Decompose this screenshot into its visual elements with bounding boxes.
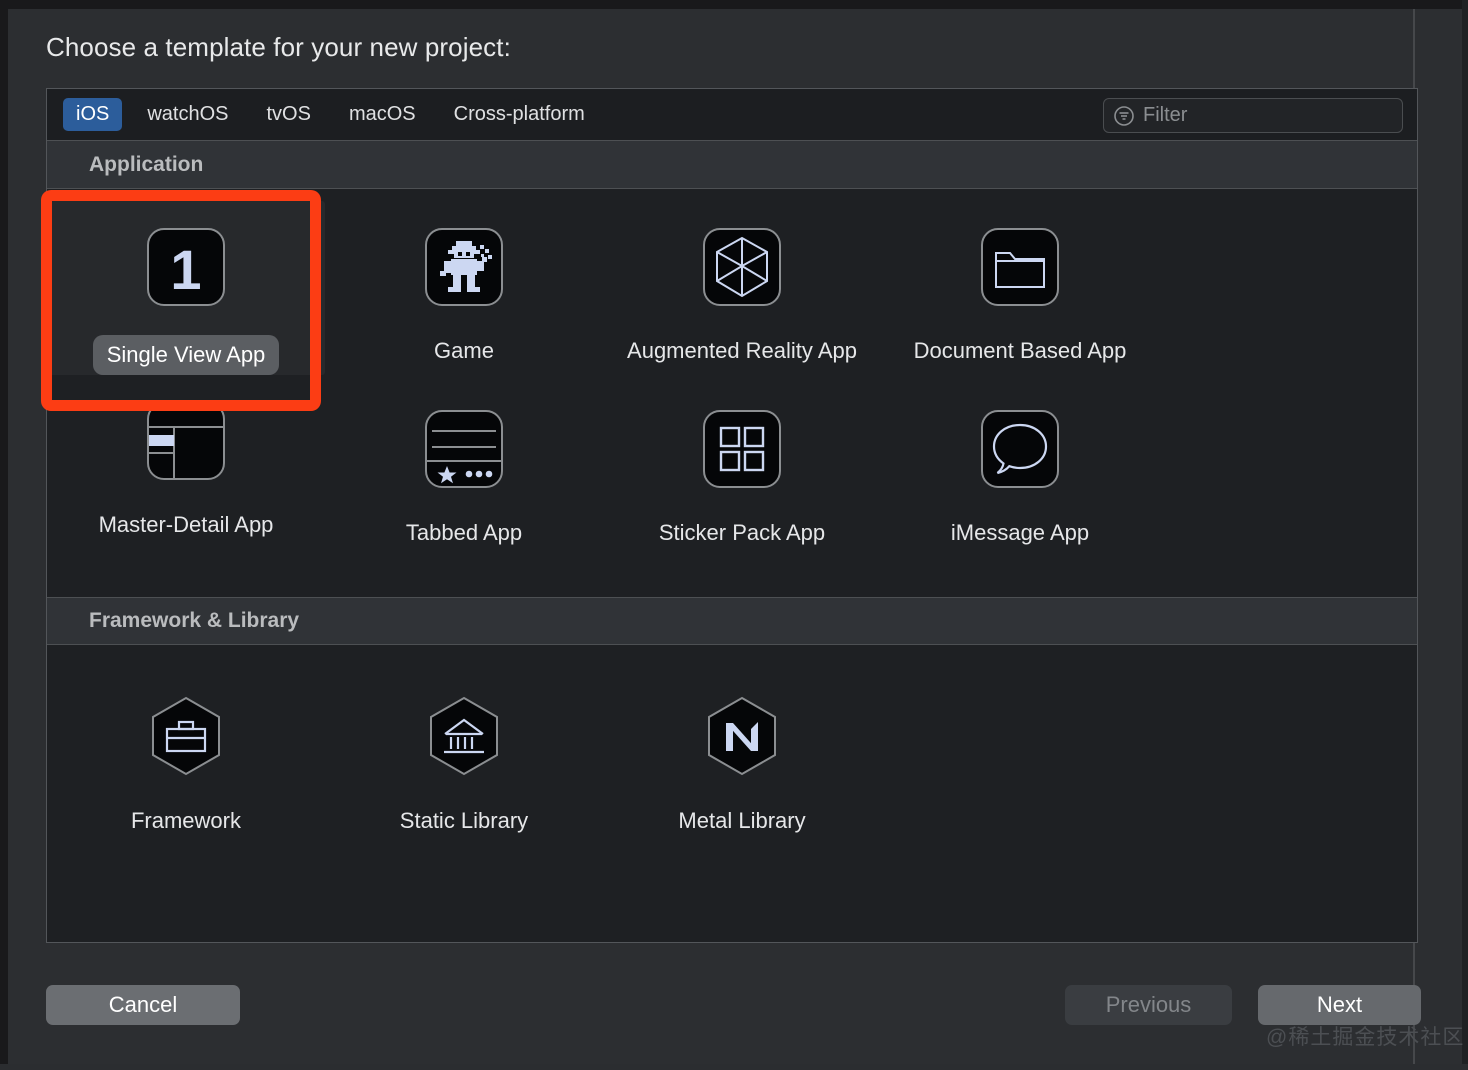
template-label-metal-library: Metal Library <box>678 807 806 833</box>
filter-field[interactable]: Filter <box>1103 98 1403 133</box>
previous-button[interactable]: Previous <box>1065 985 1232 1025</box>
grid-four-icon <box>694 401 790 497</box>
folder-icon <box>972 219 1068 315</box>
template-cell-metal-library[interactable]: Metal Library <box>603 671 881 839</box>
cancel-button[interactable]: Cancel <box>46 985 240 1025</box>
tab-tvos[interactable]: tvOS <box>254 98 324 131</box>
filter-placeholder: Filter <box>1143 104 1188 126</box>
tab-macos[interactable]: macOS <box>336 98 429 131</box>
template-label-single-view-app: Single View App <box>92 335 280 375</box>
filter-icon <box>1113 105 1135 127</box>
briefcase-hexagon-icon <box>138 689 234 785</box>
number-one-icon: 1 <box>138 219 234 315</box>
watermark: @稀土掘金技术社区 <box>1266 1026 1465 1049</box>
window-edge-bottom <box>0 1064 1468 1070</box>
template-cell-document-based-app[interactable]: Document Based App <box>881 201 1159 375</box>
new-project-template-dialog: Choose a template for your new project: … <box>0 0 1468 1070</box>
next-button[interactable]: Next <box>1258 985 1421 1025</box>
template-cell-augmented-reality-app[interactable]: Augmented Reality App <box>603 201 881 375</box>
speech-bubble-icon <box>972 401 1068 497</box>
template-cell-sticker-pack-app[interactable]: Sticker Pack App <box>603 375 881 549</box>
template-cell-static-library[interactable]: Static Library <box>325 671 603 839</box>
grid-spacer <box>47 839 325 859</box>
grid-spacer <box>325 549 603 575</box>
template-label-document-based-app: Document Based App <box>913 338 1127 363</box>
page-title: Choose a template for your new project: <box>46 32 511 62</box>
game-robot-icon <box>416 219 512 315</box>
bank-hexagon-icon <box>416 689 512 785</box>
window-edge-left <box>0 0 8 1070</box>
tab-watchos[interactable]: watchOS <box>134 98 241 131</box>
split-view-icon <box>138 393 234 489</box>
template-cell-master-detail-app[interactable]: Master-Detail App <box>47 375 325 549</box>
template-label-sticker-pack-app: Sticker Pack App <box>658 519 826 545</box>
section-title-application: Application <box>89 152 204 176</box>
template-cell-single-view-app[interactable]: 1 Single View App <box>47 201 325 375</box>
ar-cube-icon <box>694 219 790 315</box>
template-label-static-library: Static Library <box>399 807 529 833</box>
template-chooser-panel: iOS watchOS tvOS macOS Cross-platform Fi… <box>46 88 1418 943</box>
tab-ios[interactable]: iOS <box>63 98 123 131</box>
template-label-framework: Framework <box>130 807 241 833</box>
grid-spacer <box>47 549 325 575</box>
template-cell-game[interactable]: Game <box>325 201 603 375</box>
section-header-framework-library: Framework & Library <box>47 596 1417 645</box>
metal-m-hexagon-icon <box>694 689 790 785</box>
tab-bar-icon <box>416 401 512 497</box>
framework-library-template-grid: Framework Static Library Metal Library <box>47 644 1417 899</box>
window-edge-top <box>0 0 1468 9</box>
template-label-imessage-app: iMessage App <box>950 519 1090 545</box>
grid-spacer <box>881 671 1159 839</box>
svg-text:1: 1 <box>170 238 201 301</box>
template-label-game: Game <box>434 338 494 363</box>
template-label-augmented-reality-app: Augmented Reality App <box>627 338 857 363</box>
window-edge-right <box>1462 0 1468 1070</box>
platform-tab-bar: iOS watchOS tvOS macOS Cross-platform Fi… <box>47 89 1417 141</box>
template-cell-tabbed-app[interactable]: Tabbed App <box>325 375 603 549</box>
section-title-framework-library: Framework & Library <box>89 608 300 632</box>
tab-cross-platform[interactable]: Cross-platform <box>441 98 598 131</box>
section-header-application: Application <box>47 141 1417 189</box>
template-label-master-detail-app: Master-Detail App <box>98 511 274 537</box>
template-cell-imessage-app[interactable]: iMessage App <box>881 375 1159 549</box>
application-template-grid: 1 Single View App Game Augmented Reality… <box>47 189 1417 597</box>
template-label-tabbed-app: Tabbed App <box>405 519 523 545</box>
template-cell-framework[interactable]: Framework <box>47 671 325 839</box>
